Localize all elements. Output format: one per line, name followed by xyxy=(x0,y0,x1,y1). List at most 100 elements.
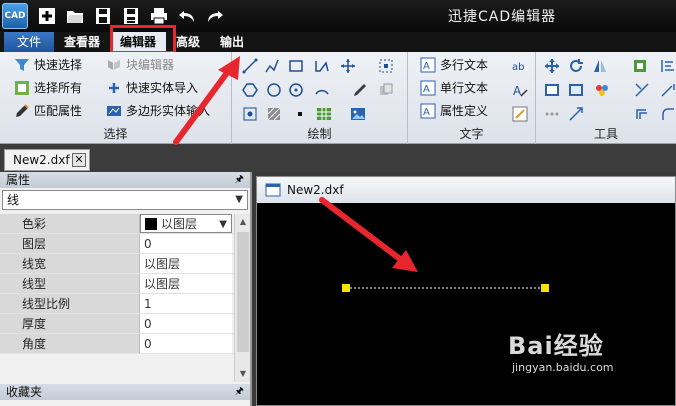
property-value[interactable]: 0 xyxy=(140,314,232,333)
quick-access-toolbar xyxy=(36,5,226,27)
rectangle-tool-icon[interactable] xyxy=(288,58,304,74)
fillet-icon[interactable] xyxy=(660,106,676,122)
svg-text:A: A xyxy=(513,84,522,98)
pen-tool-icon[interactable] xyxy=(352,82,368,98)
polygon-import-icon xyxy=(107,105,121,116)
dashed-rect-icon[interactable] xyxy=(378,58,394,74)
dimension-text-icon[interactable]: ab xyxy=(512,58,528,74)
scrollbar-thumb[interactable] xyxy=(237,232,249,352)
quick-entity-import-button[interactable]: 快速实体导入 xyxy=(106,79,198,96)
color-picker-icon[interactable] xyxy=(594,82,610,98)
spline-tool-icon[interactable] xyxy=(314,58,330,74)
save-button[interactable] xyxy=(92,5,114,27)
extend-icon[interactable] xyxy=(660,82,676,98)
single-line-text-button[interactable]: A 单行文本 xyxy=(420,79,488,96)
offset-icon[interactable] xyxy=(634,106,650,122)
draw-group-label: 绘制 xyxy=(307,127,332,141)
property-value[interactable]: 以图层 xyxy=(140,254,232,273)
save-as-icon xyxy=(124,8,138,24)
arc-tool-icon[interactable] xyxy=(314,82,330,98)
drawing-canvas[interactable] xyxy=(257,203,675,405)
table-tool-icon[interactable] xyxy=(316,106,332,122)
property-row-linetype-scale[interactable]: 线型比例 1 xyxy=(0,294,250,314)
attribute-definition-icon: A xyxy=(420,103,436,118)
new-file-button[interactable] xyxy=(36,5,58,27)
tab-viewer[interactable]: 查看器 xyxy=(54,32,110,52)
tab-editor[interactable]: 编辑器 xyxy=(110,32,167,52)
image-tool-icon[interactable] xyxy=(350,106,366,122)
close-tab-icon[interactable]: ✕ xyxy=(72,153,86,167)
property-row-thickness[interactable]: 厚度 0 xyxy=(0,314,250,334)
small-point-icon[interactable] xyxy=(292,106,308,122)
property-row-lineweight[interactable]: 线宽 以图层 xyxy=(0,254,250,274)
print-button[interactable] xyxy=(148,5,170,27)
tab-advanced[interactable]: 高级 xyxy=(166,32,210,52)
property-value[interactable]: 以图层 xyxy=(140,274,232,293)
document-tab-strip: New2.dxf ✕ xyxy=(0,144,676,172)
align-icon[interactable] xyxy=(660,58,676,74)
property-value[interactable]: 0 xyxy=(140,334,232,353)
folder-icon xyxy=(67,11,83,23)
property-value[interactable]: 0 xyxy=(140,234,232,253)
file-menu-tab[interactable]: 文件 xyxy=(4,32,54,52)
polygon-entity-input-label: 多边形实体输入 xyxy=(126,104,211,118)
pan-icon[interactable] xyxy=(544,58,560,74)
property-row-linetype[interactable]: 线型 以图层 xyxy=(0,274,250,294)
document-tab[interactable]: New2.dxf ✕ xyxy=(4,149,90,171)
frame-icon[interactable] xyxy=(568,82,584,98)
import-plus-icon xyxy=(109,82,119,93)
attribute-definition-button[interactable]: A 属性定义 xyxy=(420,102,488,119)
mirror-icon[interactable] xyxy=(592,58,608,74)
property-value[interactable]: 1 xyxy=(140,294,232,313)
point-tool-icon[interactable] xyxy=(242,106,258,122)
text-edit-icon[interactable]: A xyxy=(512,82,528,98)
rotate-icon[interactable] xyxy=(568,58,584,74)
select-all-label: 选择所有 xyxy=(34,81,83,95)
color-dropdown[interactable]: 以图层 ▼ xyxy=(140,214,232,233)
property-scrollbar[interactable]: ▲ ▼ xyxy=(234,214,250,382)
multiline-text-button[interactable]: A 多行文本 xyxy=(420,56,488,73)
redo-button[interactable] xyxy=(204,5,226,27)
circle-tool-icon[interactable] xyxy=(266,82,282,98)
property-name: 图层 xyxy=(0,234,140,253)
polygon-entity-input-button[interactable]: 多边形实体输入 xyxy=(106,102,210,119)
move-tool-icon[interactable] xyxy=(340,58,356,74)
hexagon-tool-icon[interactable] xyxy=(242,82,258,98)
property-row-color[interactable]: 色彩 以图层 ▼ xyxy=(0,214,250,234)
line-end-grip[interactable] xyxy=(541,284,549,292)
hatch-tool-icon[interactable] xyxy=(266,106,282,122)
open-file-button[interactable] xyxy=(64,5,86,27)
save-as-button[interactable] xyxy=(120,5,142,27)
match-properties-button[interactable]: 匹配属性 xyxy=(14,102,82,119)
tab-output[interactable]: 输出 xyxy=(210,32,254,52)
entity-type-select[interactable]: 线 ▼ xyxy=(2,190,248,210)
window-icon[interactable] xyxy=(544,82,560,98)
pin-icon[interactable]: 🖈 xyxy=(235,172,244,188)
select-all-button[interactable]: 选择所有 xyxy=(14,79,82,96)
pin-icon[interactable]: 🖈 xyxy=(235,384,244,400)
single-line-text-icon: A xyxy=(420,80,436,95)
scale-icon[interactable] xyxy=(568,106,584,122)
property-row-layer[interactable]: 图层 0 xyxy=(0,234,250,254)
app-logo[interactable]: CAD xyxy=(2,3,28,29)
undo-button[interactable] xyxy=(176,5,198,27)
scroll-up-icon[interactable]: ▲ xyxy=(235,214,251,230)
dot-array-icon[interactable] xyxy=(544,106,560,122)
select-all-icon xyxy=(15,80,29,95)
plus-icon xyxy=(39,8,55,24)
polyline-tool-icon[interactable] xyxy=(264,58,280,74)
property-name: 线宽 xyxy=(0,254,140,273)
multiline-text-label: 多行文本 xyxy=(440,58,489,72)
quick-select-button[interactable]: 快速选择 xyxy=(14,56,82,73)
text-style-icon[interactable] xyxy=(512,106,528,122)
property-row-angle[interactable]: 角度 0 xyxy=(0,334,250,354)
line-start-grip[interactable] xyxy=(342,284,350,292)
layer-tool-icon[interactable] xyxy=(632,58,648,74)
line-tool-icon[interactable] xyxy=(242,58,258,74)
scroll-down-icon[interactable]: ▼ xyxy=(235,366,251,382)
ellipse-tool-icon[interactable] xyxy=(288,82,304,98)
copy-tool-icon[interactable] xyxy=(378,82,394,98)
trim-icon[interactable] xyxy=(634,82,650,98)
block-editor-button[interactable]: 块编辑器 xyxy=(106,56,174,73)
text-group-label: 文字 xyxy=(459,127,484,141)
